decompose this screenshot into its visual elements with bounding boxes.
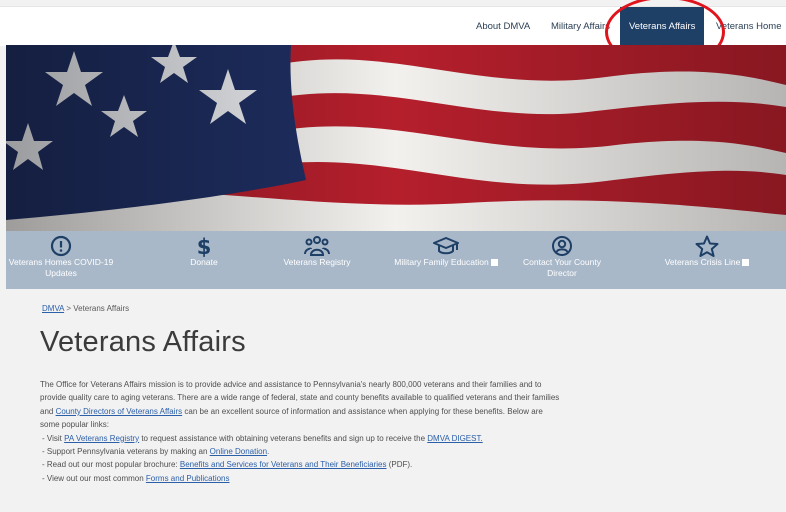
page-content: The Office for Veterans Affairs mission … <box>40 378 560 485</box>
list-text: Read out our most popular brochure: <box>46 460 180 470</box>
list-text: to request assistance with obtaining vet… <box>139 433 428 443</box>
quick-link-label: Veterans Crisis Line <box>642 257 772 268</box>
quick-link-veterans-crisis-line[interactable]: Veterans Crisis Line <box>642 231 772 289</box>
quick-link-veterans-registry[interactable]: Veterans Registry <box>257 231 377 289</box>
forms-publications-link[interactable]: Forms and Publications <box>146 474 230 483</box>
external-link-icon <box>742 259 750 267</box>
county-directors-link[interactable]: County Directors of Veterans Affairs <box>56 407 183 416</box>
external-link-icon <box>490 259 498 267</box>
list-text: Support Pennsylvania veterans by making … <box>46 447 210 457</box>
list-item: Support Pennsylvania veterans by making … <box>40 445 560 458</box>
quick-link-label: Donate <box>190 257 218 267</box>
quick-link-label: Military Family Education <box>376 257 516 268</box>
quick-link-label-line2: Updates <box>45 268 77 278</box>
graduation-cap-icon <box>433 237 459 255</box>
quick-link-military-family-education[interactable]: Military Family Education <box>376 231 516 289</box>
svg-text:$: $ <box>197 235 212 257</box>
nav-about-dmva[interactable]: About DMVA <box>476 7 530 46</box>
list-item: Read out our most popular brochure: Bene… <box>40 458 560 471</box>
dmva-digest-link[interactable]: DMVA DIGEST. <box>427 434 482 443</box>
quick-link-donate[interactable]: $ Donate <box>144 231 264 289</box>
online-donation-link[interactable]: Online Donation <box>210 447 267 456</box>
quick-link-label: Veterans Homes COVID-19 <box>8 257 114 267</box>
dollar-icon: $ <box>197 235 212 257</box>
breadcrumb: DMVA > Veterans Affairs <box>42 304 129 313</box>
people-icon <box>304 236 330 256</box>
quick-link-covid-updates[interactable]: Veterans Homes COVID-19 Updates <box>1 231 121 289</box>
list-text: View out our most common <box>46 473 146 483</box>
benefits-brochure-link[interactable]: Benefits and Services for Veterans and T… <box>180 460 387 469</box>
quick-link-label-text: Military Family Education <box>394 257 489 267</box>
user-circle-icon <box>552 236 572 256</box>
breadcrumb-home-link[interactable]: DMVA <box>42 304 64 313</box>
page-title: Veterans Affairs <box>40 326 246 358</box>
nav-veterans-home[interactable]: Veterans Home <box>716 7 781 46</box>
breadcrumb-current: Veterans Affairs <box>73 304 130 313</box>
pa-veterans-registry-link[interactable]: PA Veterans Registry <box>64 434 139 443</box>
american-flag-image <box>6 45 786 231</box>
list-item: Visit PA Veterans Registry to request as… <box>40 432 560 445</box>
breadcrumb-separator: > <box>66 304 71 313</box>
popular-links-list: Visit PA Veterans Registry to request as… <box>40 432 560 486</box>
quick-link-label: Veterans Registry <box>283 257 351 267</box>
hero-flag-banner <box>6 45 786 231</box>
list-item: View out our most common Forms and Publi… <box>40 472 560 485</box>
nav-military-affairs[interactable]: Military Affairs <box>551 7 610 46</box>
alert-circle-icon <box>50 235 72 257</box>
list-text: (PDF). <box>386 460 413 470</box>
intro-paragraph: The Office for Veterans Affairs mission … <box>40 378 560 432</box>
quick-link-label: Contact Your County <box>523 257 601 267</box>
list-text: . <box>267 447 270 457</box>
list-text: Visit <box>46 433 65 443</box>
quick-link-label-line2: Director <box>547 268 577 278</box>
star-icon <box>695 235 719 257</box>
quick-links-bar: Veterans Homes COVID-19 Updates $ Donate… <box>6 231 786 289</box>
quick-link-contact-county-director[interactable]: Contact Your County Director <box>502 231 622 289</box>
quick-link-label-text: Veterans Crisis Line <box>664 257 741 267</box>
